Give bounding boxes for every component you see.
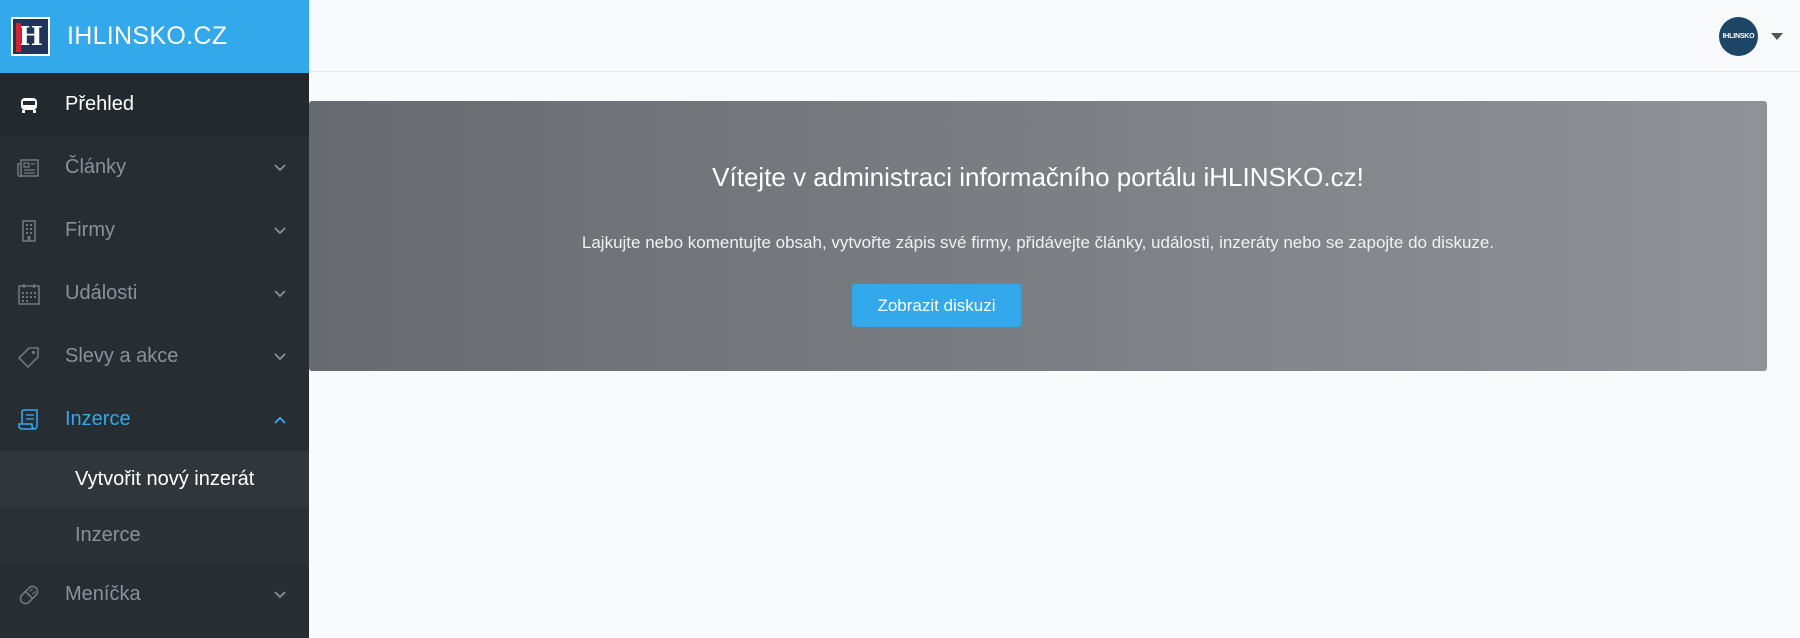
chevron-down-icon	[273, 287, 287, 301]
chevron-up-icon	[273, 413, 287, 427]
brand-logo: H	[11, 17, 50, 56]
sidebar-item-udalosti[interactable]: Události	[0, 262, 309, 325]
sidebar-item-label: Události	[65, 282, 138, 304]
chevron-down-icon	[273, 588, 287, 602]
sidebar-item-clanky[interactable]: Články	[0, 136, 309, 199]
scroll-icon	[16, 407, 42, 433]
newspaper-icon	[16, 155, 42, 181]
brand-header[interactable]: H IHLINSKO.CZ	[0, 0, 309, 73]
sidebar-item-label: Firmy	[65, 219, 115, 241]
tag-icon	[16, 344, 42, 370]
submenu-item-inzerce[interactable]: Inzerce	[0, 507, 309, 563]
building-icon	[16, 218, 42, 244]
calendar-icon	[16, 281, 42, 307]
inzerce-submenu: Vytvořit nový inzerát Inzerce	[0, 451, 309, 563]
top-bar: IHLINSKO	[309, 0, 1800, 72]
bus-icon	[16, 92, 42, 118]
sidebar-item-prehled[interactable]: Přehled	[0, 73, 309, 136]
pill-icon	[16, 582, 42, 608]
brand-title: IHLINSKO.CZ	[67, 22, 228, 50]
sidebar: H IHLINSKO.CZ Přehled Články Firmy Událo…	[0, 0, 309, 638]
sidebar-item-menicka[interactable]: Meníčka	[0, 563, 309, 626]
chevron-down-icon	[273, 224, 287, 238]
welcome-title: Vítejte v administraci informačního port…	[712, 162, 1364, 192]
caret-down-icon[interactable]	[1771, 33, 1783, 40]
sidebar-item-slevy[interactable]: Slevy a akce	[0, 325, 309, 388]
chevron-down-icon	[273, 350, 287, 364]
submenu-item-vytvorit-inzerat[interactable]: Vytvořit nový inzerát	[0, 451, 309, 507]
sidebar-item-label: Články	[65, 156, 127, 178]
sidebar-item-firmy[interactable]: Firmy	[0, 199, 309, 262]
show-discussion-button[interactable]: Zobrazit diskuzi	[852, 284, 1021, 327]
welcome-subtitle: Lajkujte nebo komentujte obsah, vytvořte…	[581, 233, 1495, 252]
logo-red-bar	[16, 23, 21, 52]
logo-letter: H	[18, 21, 43, 52]
sidebar-item-inzerce[interactable]: Inzerce	[0, 388, 309, 451]
welcome-banner: Vítejte v administraci informačního port…	[309, 101, 1767, 371]
sidebar-item-label: Slevy a akce	[65, 345, 179, 367]
sidebar-item-label: Inzerce	[65, 408, 131, 430]
sidebar-item-label: Meníčka	[65, 583, 141, 605]
sidebar-item-label: Přehled	[65, 93, 134, 115]
user-avatar[interactable]: IHLINSKO	[1719, 17, 1758, 56]
chevron-down-icon	[273, 161, 287, 175]
